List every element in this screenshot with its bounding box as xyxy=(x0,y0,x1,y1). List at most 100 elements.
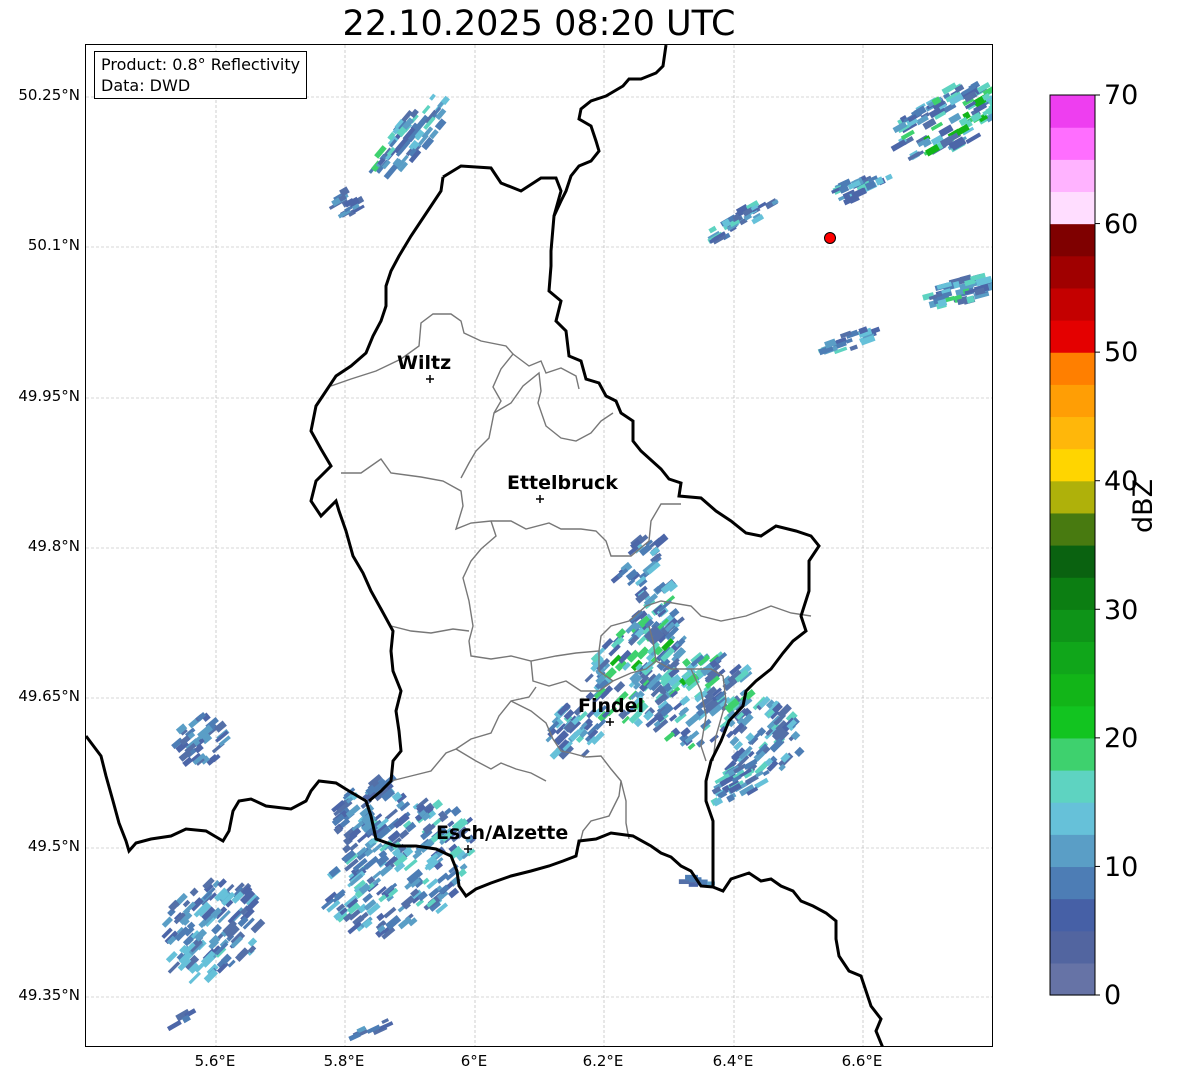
echo-cell xyxy=(403,858,418,872)
echo-cell xyxy=(885,173,893,181)
lat-tick-label: 50.25°N xyxy=(18,86,80,104)
echo-cell xyxy=(372,870,382,880)
echo-cell xyxy=(447,887,460,899)
lat-tick-label: 49.95°N xyxy=(18,387,80,405)
city-markers xyxy=(426,375,614,853)
echo-cell xyxy=(421,104,431,115)
colorbar-tick-label: 20 xyxy=(1104,723,1139,754)
echo-cell xyxy=(376,912,385,922)
product-label: Product: 0.8° Reflectivity xyxy=(101,55,301,74)
colorbar-swatch xyxy=(1050,416,1095,450)
colorbar-swatch xyxy=(1050,127,1095,160)
echo-cell xyxy=(450,806,462,817)
radar-site-marker xyxy=(824,232,836,244)
colorbar-swatch xyxy=(1050,159,1095,193)
echo-cell xyxy=(845,337,853,344)
colorbar-swatch xyxy=(1050,255,1095,289)
colorbar-swatch xyxy=(1050,448,1095,482)
data-source-label: Data: DWD xyxy=(101,76,191,95)
echo-cell xyxy=(434,118,447,131)
echo-cell xyxy=(685,712,701,728)
echo-cell xyxy=(584,673,594,683)
city-label-findel: Findel xyxy=(578,695,644,717)
lat-tick-label: 50.1°N xyxy=(27,236,80,254)
echo-cell xyxy=(349,842,359,852)
colorbar-unit-label: dBZ xyxy=(1128,478,1159,533)
map-title: 22.10.2025 08:20 UTC xyxy=(342,4,736,44)
colorbar-swatch xyxy=(1050,866,1095,900)
echo-cell xyxy=(890,139,907,152)
colorbar-swatch xyxy=(1050,384,1095,418)
colorbar-swatch xyxy=(1050,223,1095,257)
lon-tick-label: 5.8°E xyxy=(323,1052,365,1070)
colorbar-tick-label: 60 xyxy=(1104,209,1139,240)
city-label-esch-alzette: Esch/Alzette xyxy=(436,822,568,844)
colorbar-swatch xyxy=(1050,802,1095,835)
echo-cell xyxy=(421,877,430,885)
echo-cell xyxy=(663,731,676,742)
colorbar-swatch xyxy=(1050,641,1095,675)
city-label-ettelbruck: Ettelbruck xyxy=(507,472,618,494)
echo-cell xyxy=(601,637,614,650)
echo-cell xyxy=(188,971,202,985)
colorbar-swatch xyxy=(1050,962,1095,996)
colorbar-swatch xyxy=(1050,673,1095,707)
map-panel[interactable]: Wiltz Ettelbruck Findel Esch/Alzette xyxy=(85,44,993,1047)
echo-cell xyxy=(709,734,719,743)
colorbar-swatch xyxy=(1050,480,1095,514)
colorbar-tick-label: 70 xyxy=(1104,80,1139,111)
echo-cell xyxy=(708,225,717,234)
colorbar-swatch xyxy=(1050,609,1095,643)
echo-cell xyxy=(217,878,227,888)
colorbar-tick-label: 10 xyxy=(1104,852,1139,883)
colorbar-swatch xyxy=(1050,834,1095,868)
radar-map: Wiltz Ettelbruck Findel Esch/Alzette xyxy=(86,45,992,1046)
echo-cell xyxy=(383,906,397,919)
echo-cell xyxy=(189,887,199,897)
city-marker-findel xyxy=(606,718,614,726)
colorbar-tick-label: 30 xyxy=(1104,595,1139,626)
echo-cell xyxy=(161,916,174,928)
colorbar-swatch xyxy=(1050,287,1095,321)
echo-cell xyxy=(429,93,436,101)
lon-tick-label: 6.2°E xyxy=(582,1052,624,1070)
colorbar-tick-label: 50 xyxy=(1104,337,1139,368)
colorbar-swatch xyxy=(1050,737,1095,771)
radar-echoes xyxy=(161,80,992,1042)
echo-cell xyxy=(363,855,380,870)
colorbar-swatch xyxy=(1050,512,1095,546)
lat-tick-label: 49.8°N xyxy=(27,537,80,555)
echo-cell xyxy=(165,950,178,963)
colorbar-swatch xyxy=(1050,95,1095,128)
lon-tick-label: 6.4°E xyxy=(712,1052,754,1070)
echo-cell xyxy=(965,132,982,144)
colorbar-swatch xyxy=(1050,770,1095,803)
city-marker-ettelbruck xyxy=(536,495,544,503)
echo-cell xyxy=(613,681,626,693)
product-info-box: Product: 0.8° Reflectivity Data: DWD xyxy=(94,51,308,99)
echo-cell xyxy=(653,533,669,548)
colorbar-swatch xyxy=(1050,191,1095,225)
colorbar-swatch xyxy=(1050,577,1095,610)
lat-tick-label: 49.65°N xyxy=(18,687,80,705)
echo-cell xyxy=(688,883,699,887)
echo-cell xyxy=(247,937,258,947)
colorbar-swatch xyxy=(1050,320,1095,353)
lon-tick-label: 6.6°E xyxy=(841,1052,883,1070)
colorbar-swatch xyxy=(1050,898,1095,932)
lon-tick-label: 6°E xyxy=(460,1052,488,1070)
echo-cell xyxy=(794,746,805,758)
echo-cell xyxy=(457,868,467,878)
echo-cell xyxy=(849,344,858,352)
colorbar-swatch xyxy=(1050,545,1095,578)
echo-cell xyxy=(211,923,222,935)
lat-tick-label: 49.5°N xyxy=(27,837,80,855)
city-label-wiltz: Wiltz xyxy=(397,352,451,374)
colorbar xyxy=(1049,94,1100,996)
echo-cell xyxy=(762,769,770,777)
echo-cell xyxy=(948,112,962,125)
colorbar-tick-label: 0 xyxy=(1104,980,1122,1011)
colorbar-swatch xyxy=(1050,930,1095,964)
lat-tick-label: 49.35°N xyxy=(18,986,80,1004)
echo-cell xyxy=(615,628,627,639)
